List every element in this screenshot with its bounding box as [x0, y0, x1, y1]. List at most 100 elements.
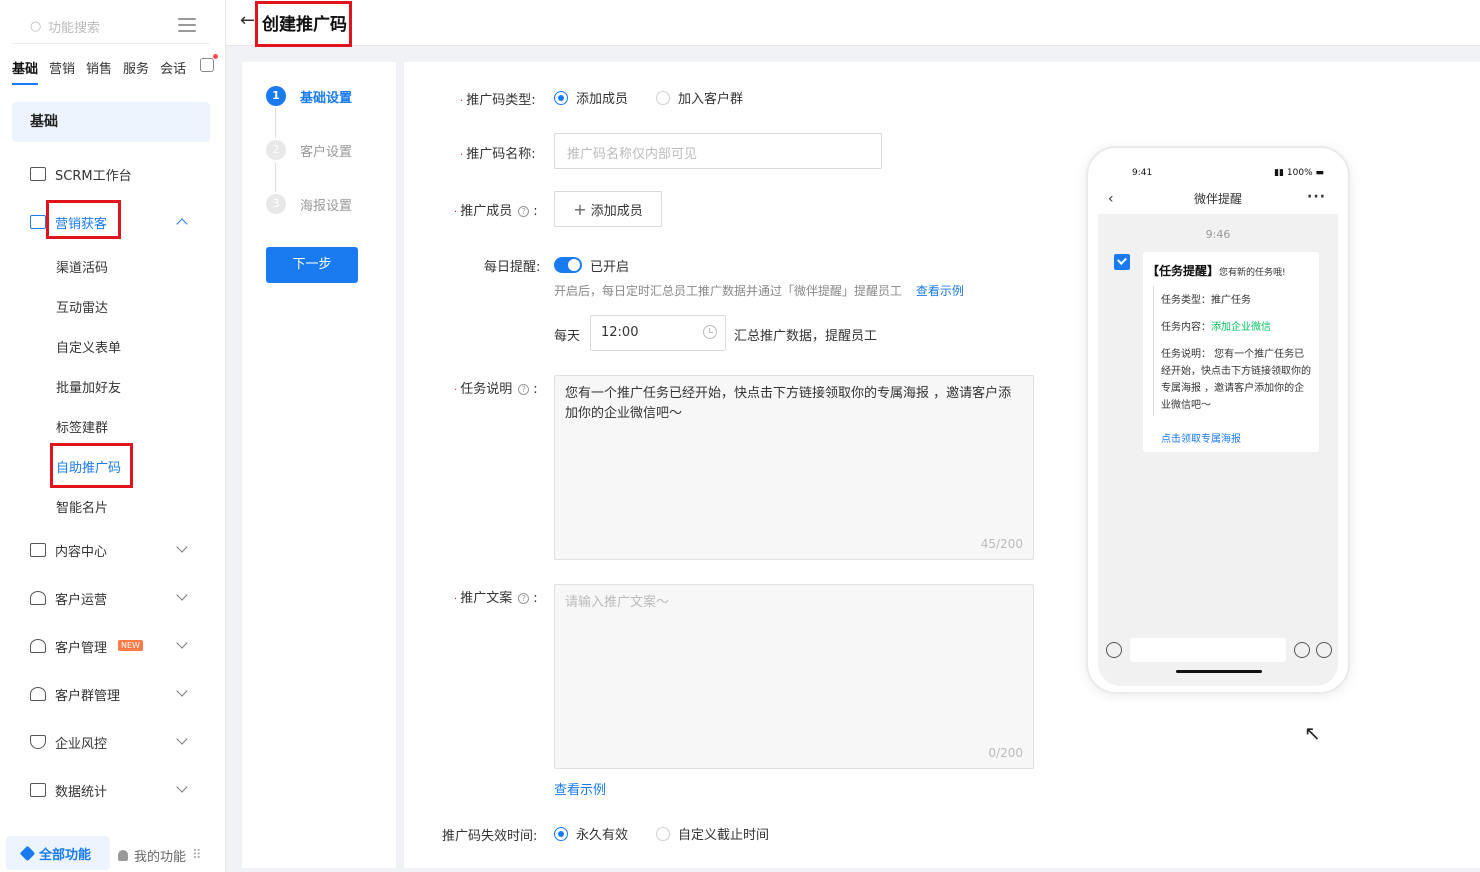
step-poster-settings[interactable]: 3 海报设置: [266, 194, 352, 214]
add-member-button[interactable]: + 添加成员: [554, 191, 662, 227]
chevron-down-icon: [176, 733, 188, 745]
tab-service[interactable]: 服务: [123, 58, 149, 85]
nav-item-content[interactable]: 内容中心: [0, 535, 226, 565]
promo-name-input[interactable]: 推广码名称仅内部可见: [554, 133, 882, 169]
back-arrow-icon[interactable]: ←: [240, 12, 255, 30]
highlight-box-marketing: [46, 200, 121, 239]
daily-suffix: 汇总推广数据，提醒员工: [734, 329, 878, 344]
marketing-icon: [30, 215, 46, 229]
status-bar: 9:41 ▮▮ 100% ▬: [1098, 156, 1338, 186]
chevron-up-icon: [176, 218, 188, 230]
battery-label: 100%: [1286, 168, 1313, 178]
home-indicator: [1176, 670, 1262, 673]
copy-example-link[interactable]: 查看示例: [554, 779, 606, 798]
tab-marketing[interactable]: 营销: [49, 58, 75, 85]
card-task-content-value: 添加企业微信: [1211, 322, 1271, 333]
expire-radio-permanent[interactable]: 永久有效: [554, 824, 628, 843]
step-basic-settings[interactable]: 1 基础设置: [266, 86, 352, 106]
copy-char-count: 0/200: [988, 746, 1023, 760]
extension-icon[interactable]: [200, 54, 218, 72]
highlight-box-title: [255, 1, 352, 47]
radio-label: 永久有效: [576, 828, 629, 843]
plus-icon: +: [573, 199, 587, 219]
drag-handle-icon[interactable]: ⠿: [192, 848, 202, 863]
step-connector: [275, 108, 276, 138]
phone-screen: 9:41 ▮▮ 100% ▬ ‹ 微伴提醒 ··· 9:46 【任务提醒】您有新…: [1098, 156, 1338, 686]
sub-item-card[interactable]: 智能名片: [56, 497, 108, 516]
step-label: 基础设置: [300, 90, 353, 106]
radio-dot: [554, 826, 568, 841]
next-step-button[interactable]: 下一步: [266, 247, 358, 283]
help-icon[interactable]: ?: [518, 206, 530, 217]
task-text: 您有一个推广任务已经开始，快点击下方链接领取你的专属海报 ，邀请客户添加你的企业…: [565, 386, 1012, 421]
reminder-hint: 开启后，每日定时汇总员工推广数据并通过「微伴提醒」提醒员工 查看示例: [554, 282, 964, 299]
tab-basic[interactable]: 基础: [12, 58, 39, 85]
nav-item-risk[interactable]: 企业风控: [0, 727, 226, 757]
help-icon[interactable]: ?: [518, 593, 530, 604]
tab-session[interactable]: 会话: [160, 58, 186, 85]
my-functions-button[interactable]: 我的功能 ⠿: [118, 846, 202, 865]
name-label-text: 推广码名称:: [466, 147, 536, 162]
nav-item-customer-mgmt[interactable]: 客户管理 NEW: [0, 631, 226, 661]
expire-radio-custom[interactable]: 自定义截止时间: [656, 824, 769, 843]
group-title: 基础: [12, 102, 210, 142]
help-icon[interactable]: ?: [518, 384, 530, 395]
daily-time-picker[interactable]: 12:00: [590, 315, 726, 351]
card-divider: [1153, 286, 1154, 416]
step-customer-settings[interactable]: 2 客户设置: [266, 140, 352, 160]
promo-copy-textarea[interactable]: 请输入推广文案～ 0/200: [554, 584, 1034, 769]
nav-item-group-mgmt[interactable]: 客户群管理: [0, 679, 226, 709]
radio-label: 添加成员: [576, 92, 629, 107]
card-task-desc: 任务说明： 您有一个推广任务已经开始，快点击下方链接领取你的专属海报 ，邀请客户…: [1161, 349, 1311, 411]
menu-toggle-icon[interactable]: [178, 18, 196, 34]
radio-label: 自定义截止时间: [678, 828, 770, 843]
time-value: 12:00: [601, 325, 639, 340]
phone-notch: [1173, 156, 1263, 178]
search-icon: ○: [30, 18, 42, 34]
card-task-content-label: 任务内容：: [1161, 322, 1211, 333]
function-search[interactable]: ○ 功能搜索: [12, 10, 210, 44]
nav-item-stats[interactable]: 数据统计: [0, 775, 226, 805]
member-label-text: 推广成员: [460, 204, 513, 219]
all-functions-label: 全部功能: [39, 847, 92, 863]
reminder-state: 已开启: [590, 260, 630, 275]
sub-item-custom-form[interactable]: 自定义表单: [56, 337, 121, 356]
copy-placeholder: 请输入推广文案～: [565, 595, 670, 610]
sidebar: ○ 功能搜索 基础 营销 销售 服务 会话 基础 SCRM工作台 营销获客 渠道…: [0, 0, 226, 872]
daily-prefix: 每天: [554, 329, 581, 344]
chevron-down-icon: [176, 685, 188, 697]
clock-icon: [703, 325, 717, 339]
type-label: · 推广码类型:: [460, 93, 536, 108]
app-avatar-icon: [1114, 254, 1130, 270]
sub-item-tag-group[interactable]: 标签建群: [56, 417, 108, 436]
step-label: 客户设置: [300, 144, 353, 160]
nav-item-workbench[interactable]: SCRM工作台: [0, 159, 226, 189]
type-radio-add-member[interactable]: 添加成员: [554, 88, 628, 107]
chevron-down-icon: [176, 541, 188, 553]
radio-dot: [554, 90, 568, 105]
type-radio-join-group[interactable]: 加入客户群: [656, 88, 743, 107]
cube-icon: [19, 845, 36, 861]
step-number: 3: [266, 194, 286, 214]
chart-icon: [30, 783, 46, 797]
card-task-type: 任务类型：推广任务: [1161, 295, 1251, 306]
nav-label: 数据统计: [55, 784, 108, 800]
card-task-content: 任务内容：添加企业微信: [1161, 319, 1311, 336]
sub-item-batch-add[interactable]: 批量加好友: [56, 377, 121, 396]
nav-item-customer-ops[interactable]: 客户运营: [0, 583, 226, 613]
type-label-text: 推广码类型:: [466, 93, 536, 108]
copy-label: · 推广文案?:: [454, 591, 538, 606]
reminder-toggle[interactable]: [554, 257, 582, 273]
view-example-link[interactable]: 查看示例: [916, 284, 964, 298]
nav-label: 客户管理: [55, 640, 108, 656]
sub-item-radar[interactable]: 互动雷达: [56, 297, 108, 316]
user-icon: [30, 591, 46, 605]
all-functions-button[interactable]: 全部功能: [6, 836, 110, 870]
tab-sales[interactable]: 销售: [86, 58, 112, 85]
sub-item-channel-code[interactable]: 渠道活码: [56, 257, 108, 276]
steps-panel: 1 基础设置 2 客户设置 3 海报设置 下一步: [242, 62, 396, 868]
task-description-textarea[interactable]: 您有一个推广任务已经开始，快点击下方链接领取你的专属海报 ，邀请客户添加你的企业…: [554, 375, 1034, 560]
page-header: ← 创建推广码: [226, 0, 1480, 46]
task-reminder-card: 【任务提醒】您有新的任务哦! 任务类型：推广任务 任务内容：添加企业微信 任务说…: [1143, 252, 1319, 452]
input-placeholder: 推广码名称仅内部可见: [567, 147, 698, 162]
